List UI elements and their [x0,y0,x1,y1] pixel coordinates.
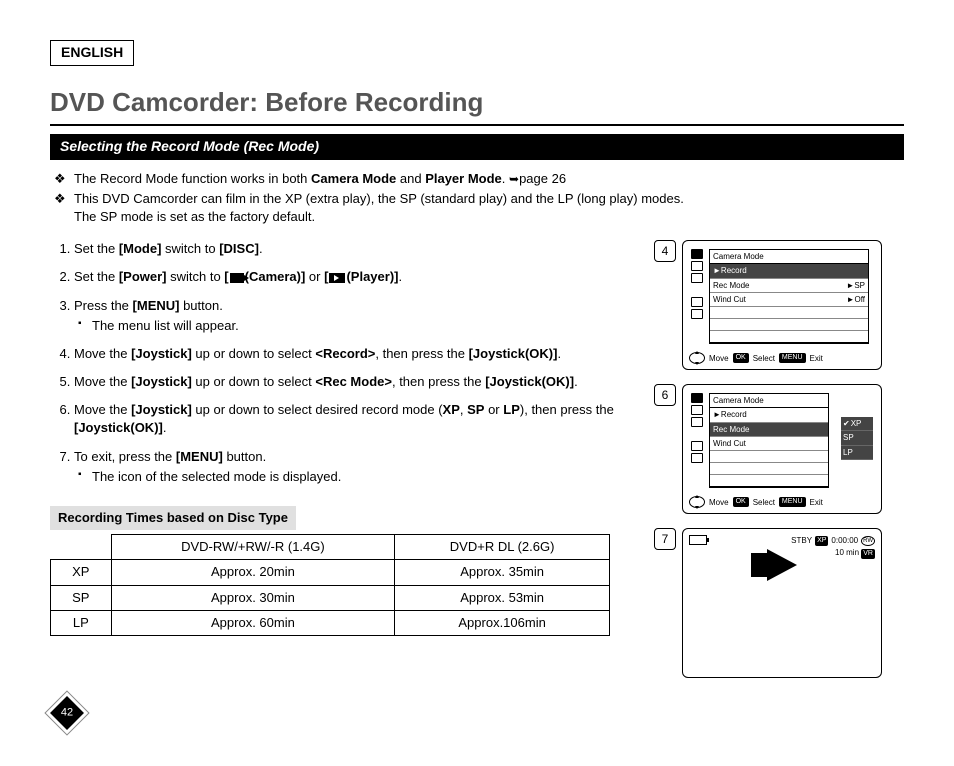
step-item: Press the [MENU] button. The menu list w… [74,297,634,335]
page-reference: page 26 [519,171,566,186]
menu-icon-column [691,249,705,319]
player-icon [329,273,345,283]
timecode: 0:00:00 [831,535,858,546]
step-item: Set the [Mode] switch to [DISC]. [74,240,634,258]
table-row: LPApprox. 60minApprox.106min [51,610,610,635]
text: and [396,171,425,186]
menu-panel: Camera Mode ►Record Rec Mode►SP Wind Cut… [709,249,869,344]
text: This DVD Camcorder can film in the XP (e… [74,191,684,206]
step-subitem: The menu list will appear. [92,317,634,335]
ok-badge-icon: OK [733,497,749,507]
menu-badge-icon: MENU [779,353,806,363]
ok-badge-icon: OK [733,353,749,363]
diagram-step-6: 6 Camera Mode ►Record Rec Mode Wind Cut [654,384,904,514]
disc-menu-icon [691,405,703,415]
date-menu-icon [691,441,703,451]
display-menu-icon [691,429,703,439]
step-number-icon: 7 [654,528,676,550]
menu-title: Camera Mode [710,250,868,264]
text-bold: Camera Mode [311,171,396,186]
rw-disc-icon: RW [861,536,875,546]
camcorder-screen: Camera Mode ►Record Rec Mode Wind Cut XP… [682,384,882,514]
diagram-step-4: 4 Camera Mode ►Record Rec Mode►SP Wind C… [654,240,904,370]
step-subitem: The icon of the selected mode is display… [92,468,634,486]
camera-menu-icon [691,249,703,259]
menu-row-windcut: Wind Cut [710,437,828,451]
menu-row-record: ►Record [710,408,828,422]
text: . [502,171,509,186]
text-bold: Player Mode [425,171,502,186]
step-item: To exit, press the [MENU] button. The ic… [74,448,634,486]
table-header: DVD-RW/+RW/-R (1.4G) [111,535,395,560]
section-heading: Selecting the Record Mode (Rec Mode) [50,134,904,160]
camera-icon [230,273,244,283]
options-column: XP SP LP [841,417,873,460]
step-item: Set the [Power] switch to [(Camera)] or … [74,268,634,286]
table-header-empty [51,535,112,560]
camcorder-screen: STBY XP 0:00:00 RW 10 min VR [682,528,882,678]
video-menu-icon [691,273,703,283]
video-menu-icon [691,417,703,427]
pageref-arrow-icon [509,171,519,186]
steps-list: Set the [Mode] switch to [DISC]. Set the… [50,240,634,486]
table-row: XPApprox. 20minApprox. 35min [51,560,610,585]
camcorder-screen: Camera Mode ►Record Rec Mode►SP Wind Cut… [682,240,882,370]
table-row: SPApprox. 30minApprox. 53min [51,585,610,610]
joystick-icon [689,496,705,508]
camera-menu-icon [691,393,703,403]
intro-item: This DVD Camcorder can film in the XP (e… [74,190,904,226]
hint-bar: Move OKSelect MENUExit [689,352,875,364]
menu-row-windcut: Wind Cut►Off [710,293,868,307]
menu-row-recmode: Rec Mode►SP [710,279,868,293]
menu-row-record: ►Record [710,264,868,278]
diagram-step-7: 7 STBY XP 0:00:00 RW 10 min VR [654,528,904,678]
step-item: Move the [Joystick] up or down to select… [74,345,634,363]
step-number-icon: 4 [654,240,676,262]
language-badge: ENGLISH [50,40,134,66]
hint-bar: Move OKSelect MENUExit [689,496,875,508]
play-indicator-icon [767,549,797,581]
intro-item: The Record Mode function works in both C… [74,170,904,188]
menu-icon-column [691,393,705,463]
page-number: 42 [61,705,73,720]
page-number-badge: 42 [50,696,84,730]
menu-title: Camera Mode [710,394,828,408]
vr-badge-icon: VR [861,549,875,559]
settings-menu-icon [691,453,703,463]
step-item: Move the [Joystick] up or down to select… [74,401,634,437]
menu-badge-icon: MENU [779,497,806,507]
intro-list: The Record Mode function works in both C… [50,170,904,227]
option-xp: XP [841,417,873,431]
settings-menu-icon [691,309,703,319]
time-remaining: 10 min [835,548,859,557]
text: The Record Mode function works in both [74,171,311,186]
table-caption: Recording Times based on Disc Type [50,506,296,530]
recording-times-table: DVD-RW/+RW/-R (1.4G) DVD+R DL (2.6G) XPA… [50,534,610,636]
step-item: Move the [Joystick] up or down to select… [74,373,634,391]
menu-row-recmode: Rec Mode [710,423,828,437]
text: The SP mode is set as the factory defaul… [74,209,315,224]
page-title: DVD Camcorder: Before Recording [50,84,904,126]
joystick-icon [689,352,705,364]
menu-panel: Camera Mode ►Record Rec Mode Wind Cut [709,393,829,488]
option-lp: LP [841,446,873,460]
display-menu-icon [691,285,703,295]
option-sp: SP [841,431,873,445]
disc-menu-icon [691,261,703,271]
date-menu-icon [691,297,703,307]
table-header: DVD+R DL (2.6G) [395,535,610,560]
battery-icon [689,535,707,545]
step-number-icon: 6 [654,384,676,406]
stby-label: STBY [791,535,812,546]
xp-badge-icon: XP [815,536,828,546]
